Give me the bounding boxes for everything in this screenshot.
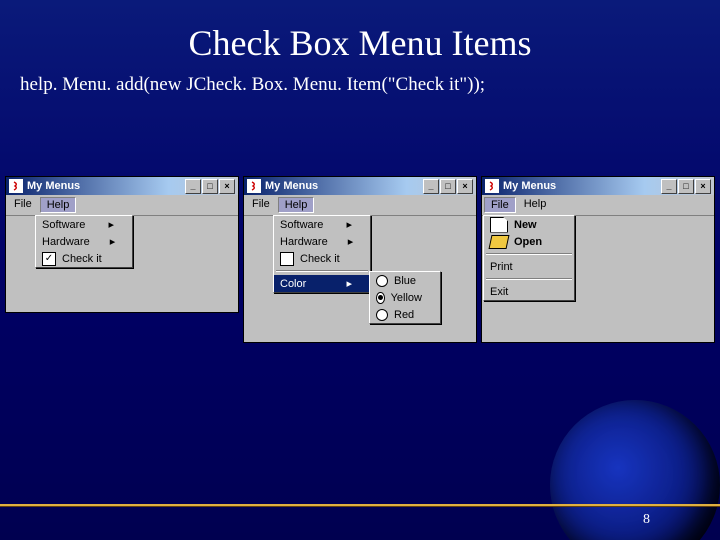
checkbox-icon <box>280 252 294 266</box>
menu-item-print[interactable]: Print <box>484 258 574 275</box>
submenu-arrow-icon: ▸ <box>326 218 352 231</box>
submenu-arrow-icon: ▸ <box>88 218 114 231</box>
java-icon <box>9 179 23 193</box>
titlebar: My Menus _ □ × <box>6 177 238 195</box>
window-3: My Menus _ □ × File Help New Open <box>481 176 715 343</box>
window-title: My Menus <box>27 180 80 192</box>
maximize-button[interactable]: □ <box>202 179 218 194</box>
menu-item-software[interactable]: Software ▸ <box>274 216 370 233</box>
menubar: File Help <box>482 195 714 216</box>
submenu-arrow-icon: ▸ <box>328 235 354 248</box>
window-2: My Menus _ □ × File Help Software ▸ Hard… <box>243 176 477 343</box>
menu-item-yellow[interactable]: Yellow <box>370 289 440 306</box>
menu-separator <box>486 253 572 255</box>
window-title: My Menus <box>503 180 556 192</box>
submenu-arrow-icon: ▸ <box>326 277 352 290</box>
menu-file[interactable]: File <box>246 197 276 213</box>
minimize-button[interactable]: _ <box>661 179 677 194</box>
menu-item-label: Software <box>280 219 323 231</box>
menu-item-software[interactable]: Software ▸ <box>36 216 132 233</box>
radio-icon <box>376 309 388 321</box>
menu-item-label: Hardware <box>42 236 90 248</box>
menu-item-label: Check it <box>300 253 340 265</box>
titlebar: My Menus _ □ × <box>482 177 714 195</box>
menu-item-label: New <box>514 219 537 231</box>
menu-item-label: Open <box>514 236 542 248</box>
footer-divider <box>0 504 720 506</box>
file-dropdown: New Open Print Exit <box>483 215 575 301</box>
open-folder-icon <box>489 235 510 249</box>
menu-item-check-it[interactable]: Check it <box>274 250 370 267</box>
minimize-button[interactable]: _ <box>185 179 201 194</box>
close-button[interactable]: × <box>219 179 235 194</box>
menu-item-hardware[interactable]: Hardware ▸ <box>36 233 132 250</box>
menu-item-label: Exit <box>490 286 508 298</box>
menu-item-check-it[interactable]: Check it <box>36 250 132 267</box>
menu-separator <box>486 278 572 280</box>
menu-item-open[interactable]: Open <box>484 233 574 250</box>
menu-help[interactable]: Help <box>278 197 315 213</box>
menu-item-label: Software <box>42 219 85 231</box>
maximize-button[interactable]: □ <box>678 179 694 194</box>
checkbox-icon <box>42 252 56 266</box>
java-icon <box>247 179 261 193</box>
menu-help[interactable]: Help <box>40 197 77 213</box>
menu-item-blue[interactable]: Blue <box>370 272 440 289</box>
help-dropdown: Software ▸ Hardware ▸ Check it <box>35 215 133 268</box>
menu-item-label: Color <box>280 278 306 290</box>
maximize-button[interactable]: □ <box>440 179 456 194</box>
slide-title: Check Box Menu Items <box>0 0 720 64</box>
menu-item-red[interactable]: Red <box>370 306 440 323</box>
radio-icon <box>376 292 385 304</box>
menu-separator <box>276 270 368 272</box>
minimize-button[interactable]: _ <box>423 179 439 194</box>
new-file-icon <box>490 217 508 233</box>
color-submenu: Blue Yellow Red <box>369 271 441 324</box>
menubar: File Help <box>6 195 238 216</box>
close-button[interactable]: × <box>457 179 473 194</box>
menu-item-label: Blue <box>394 275 416 287</box>
window-title: My Menus <box>265 180 318 192</box>
window-1: My Menus _ □ × File Help Software ▸ Hard… <box>5 176 239 313</box>
globe-decoration <box>550 400 720 540</box>
menu-item-label: Check it <box>62 253 102 265</box>
submenu-arrow-icon: ▸ <box>90 235 116 248</box>
code-example: help. Menu. add(new JCheck. Box. Menu. I… <box>0 64 720 96</box>
close-button[interactable]: × <box>695 179 711 194</box>
menu-item-label: Hardware <box>280 236 328 248</box>
screenshot-row: My Menus _ □ × File Help Software ▸ Hard… <box>0 176 720 343</box>
page-number: 8 <box>643 512 650 528</box>
radio-icon <box>376 275 388 287</box>
menu-item-color[interactable]: Color ▸ <box>274 275 370 292</box>
java-icon <box>485 179 499 193</box>
titlebar: My Menus _ □ × <box>244 177 476 195</box>
menu-item-new[interactable]: New <box>484 216 574 233</box>
menubar: File Help <box>244 195 476 216</box>
menu-file[interactable]: File <box>484 197 516 213</box>
menu-item-label: Yellow <box>391 292 422 304</box>
menu-item-exit[interactable]: Exit <box>484 283 574 300</box>
menu-item-label: Red <box>394 309 414 321</box>
menu-item-hardware[interactable]: Hardware ▸ <box>274 233 370 250</box>
help-dropdown: Software ▸ Hardware ▸ Check it Color ▸ <box>273 215 371 293</box>
menu-item-label: Print <box>490 261 513 273</box>
menu-file[interactable]: File <box>8 197 38 213</box>
menu-help[interactable]: Help <box>518 197 553 213</box>
